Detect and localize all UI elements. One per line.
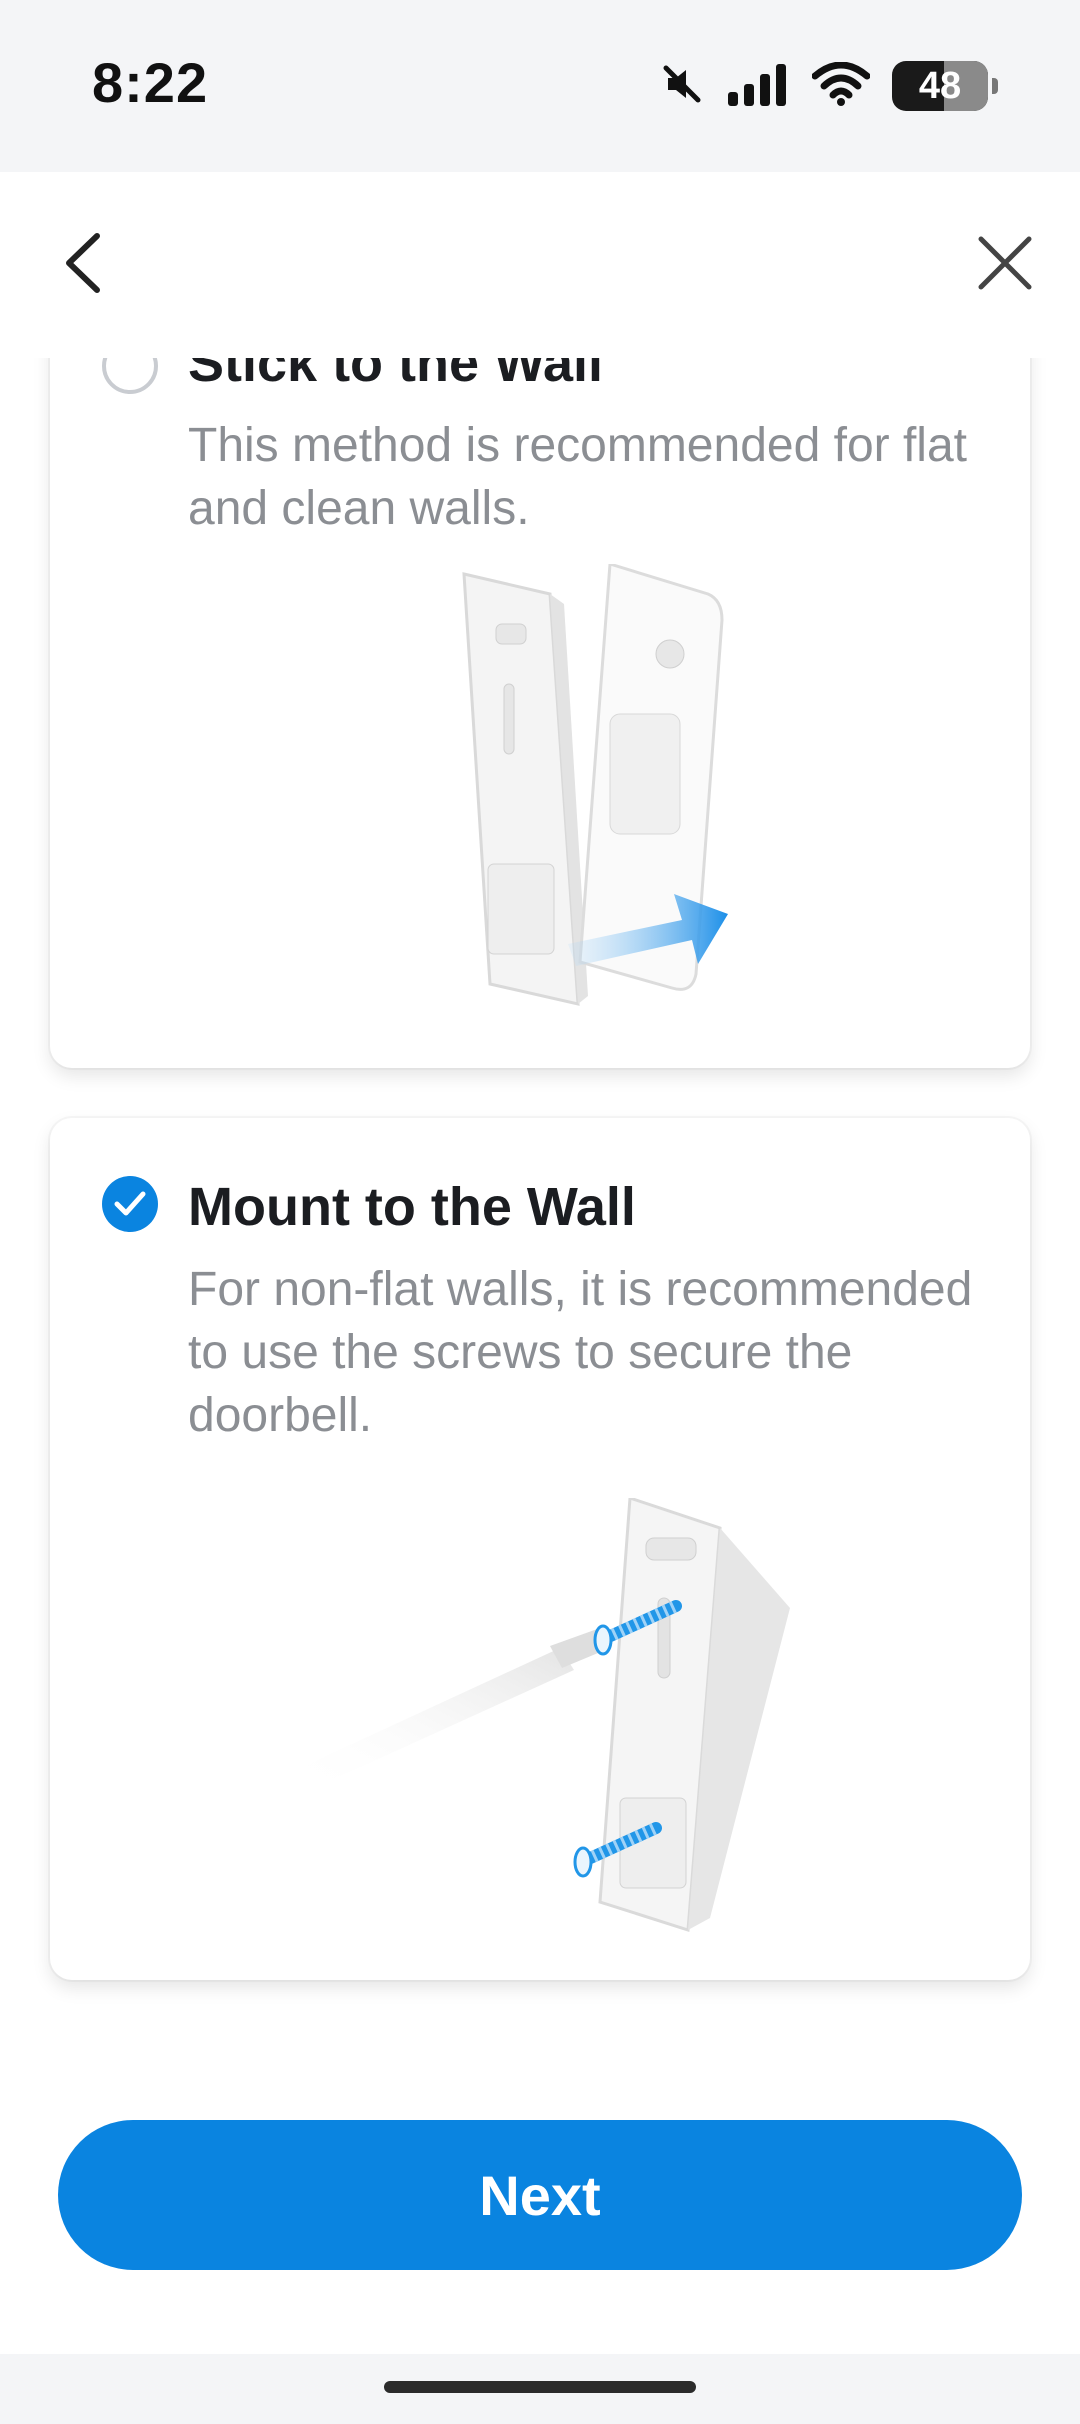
close-icon <box>978 236 1032 290</box>
back-button[interactable] <box>40 218 130 308</box>
radio-selected[interactable] <box>102 1176 158 1232</box>
status-bar: 8:22 48 <box>0 0 1080 172</box>
wifi-icon <box>811 61 871 111</box>
home-indicator[interactable] <box>384 2381 696 2393</box>
close-button[interactable] <box>960 218 1050 308</box>
mount-illustration <box>300 1495 820 1943</box>
option-mount-to-wall[interactable]: Mount to the Wall For non-flat walls, it… <box>50 1118 1030 1980</box>
stick-illustration <box>460 562 750 1019</box>
battery-icon: 48 <box>892 61 998 111</box>
option-title: Mount to the Wall <box>188 1177 636 1237</box>
radio-unselected[interactable] <box>102 358 158 394</box>
option-title: Stick to the Wall <box>188 358 604 393</box>
next-button[interactable]: Next <box>58 2120 1022 2270</box>
status-time: 8:22 <box>92 51 209 114</box>
battery-level: 48 <box>918 64 962 107</box>
options-list[interactable]: Stick to the Wall This method is recomme… <box>0 358 1080 2058</box>
footer: Next <box>0 2058 1080 2354</box>
status-icons: 48 <box>660 58 998 114</box>
check-icon <box>114 1191 146 1216</box>
nav-bar <box>0 172 1080 358</box>
option-description: This method is recommended for flat and … <box>188 419 967 535</box>
option-description: For non-flat walls, it is recommended to… <box>188 1263 973 1442</box>
option-stick-to-wall[interactable]: Stick to the Wall This method is recomme… <box>50 358 1030 1068</box>
signal-icon <box>726 62 790 111</box>
chevron-left-icon <box>66 233 100 293</box>
mute-icon <box>660 62 704 111</box>
